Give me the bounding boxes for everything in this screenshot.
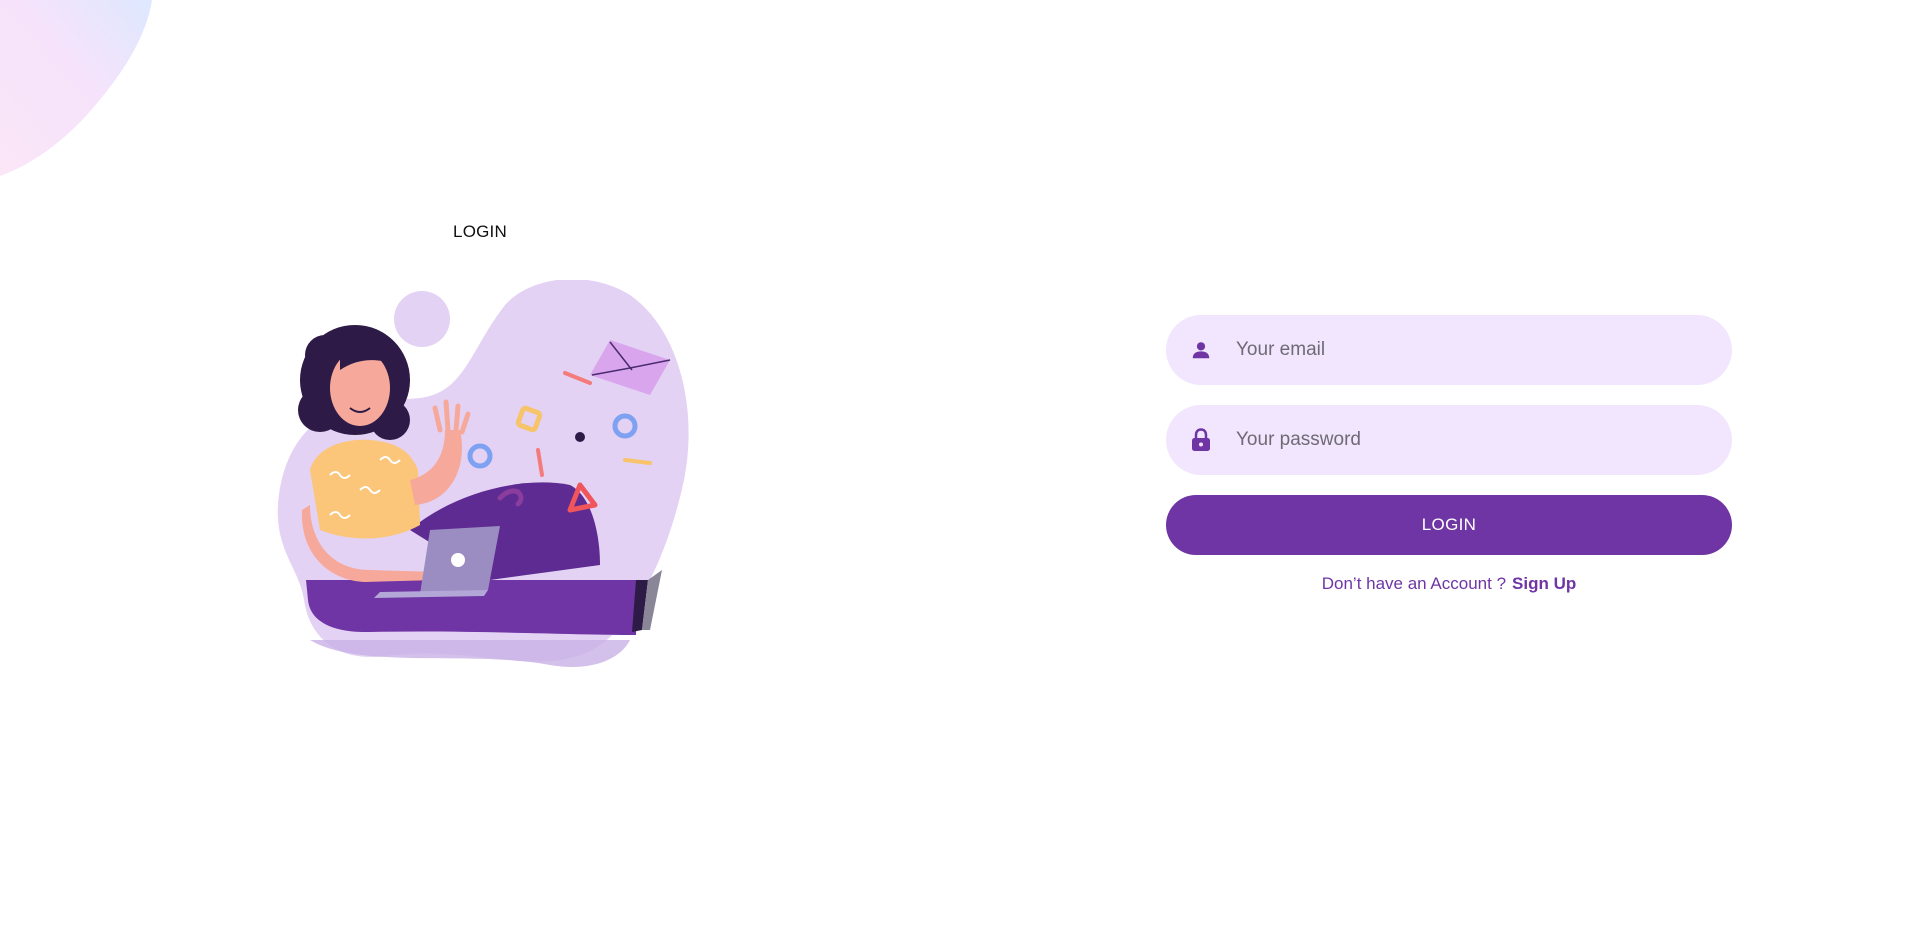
page-title: LOGIN [453, 222, 507, 241]
lock-icon [1190, 428, 1212, 451]
login-page: LOGIN Your email LOGIN Don’t have an Acc… [0, 0, 1920, 925]
password-field-wrapper [1166, 405, 1732, 475]
corner-decoration [0, 0, 152, 176]
signup-link[interactable]: Sign Up [1512, 574, 1576, 593]
password-input[interactable] [1236, 405, 1702, 475]
login-illustration [277, 280, 689, 668]
login-button[interactable]: LOGIN [1166, 495, 1732, 555]
signup-prompt: Don’t have an Account ? [1321, 574, 1507, 593]
login-form: LOGIN Don’t have an Account ? Sign Up [1166, 315, 1732, 594]
user-icon [1190, 339, 1212, 361]
email-input[interactable] [1236, 315, 1702, 385]
email-field-wrapper [1166, 315, 1732, 385]
signup-row: Don’t have an Account ? Sign Up [1166, 574, 1732, 594]
